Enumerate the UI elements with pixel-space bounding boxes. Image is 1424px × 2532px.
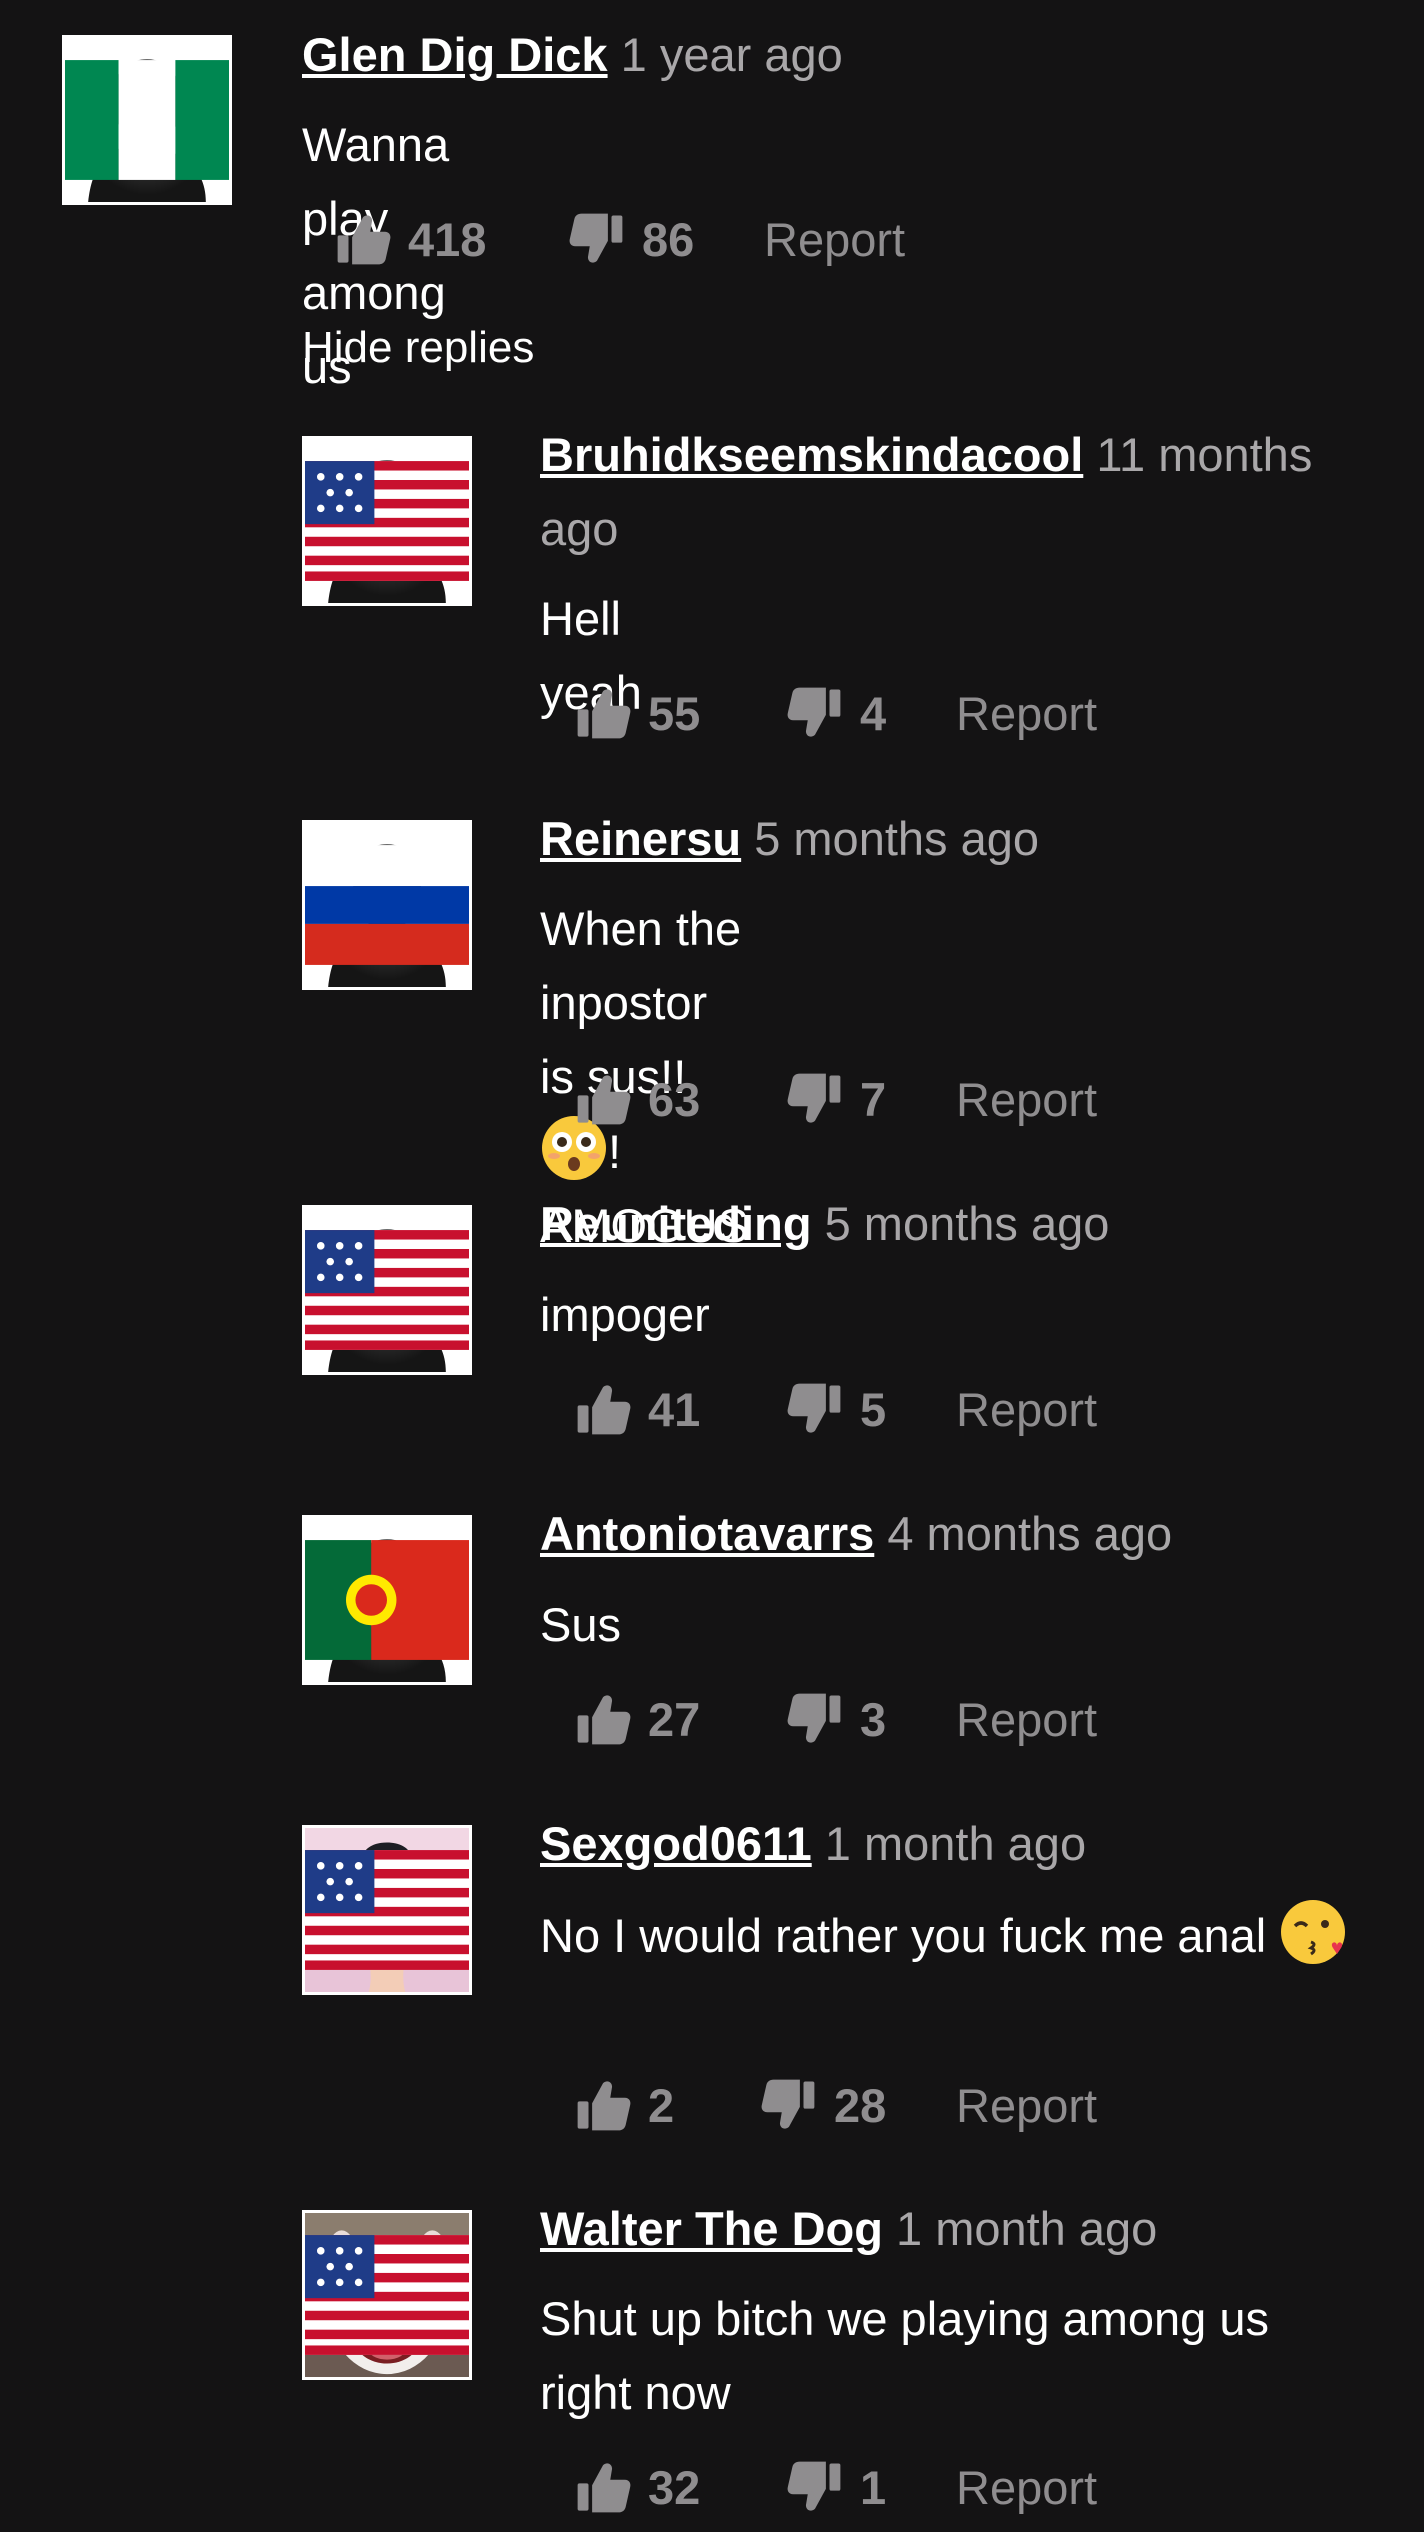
thumbs-down-icon bbox=[760, 2076, 818, 2134]
timestamp: 4 months ago bbox=[887, 1507, 1173, 1560]
thumbs-down-icon bbox=[786, 1380, 844, 1438]
username-link[interactable]: Sexgod0611 bbox=[540, 1817, 812, 1870]
timestamp: 1 month ago bbox=[896, 2202, 1158, 2255]
portugal-flag-icon bbox=[305, 1518, 469, 1682]
comment-actions: 418 86 Report bbox=[334, 204, 905, 274]
comment-text: Sus bbox=[540, 1598, 621, 1651]
username-link[interactable]: Antoniotavarrs bbox=[540, 1507, 874, 1560]
comment-text: impoger bbox=[540, 1288, 710, 1341]
usa-flag-icon bbox=[305, 2213, 469, 2377]
hide-replies-link[interactable]: Hide replies bbox=[302, 315, 534, 381]
comment-header: Antoniotavarrs 4 months ago bbox=[540, 1497, 1172, 1571]
comment-header: Glen Dig Dick 1 year ago bbox=[302, 18, 843, 92]
dislike-count: 4 bbox=[860, 686, 887, 740]
comment-header: Reinersu 5 months ago bbox=[540, 802, 1039, 876]
username-link[interactable]: Glen Dig Dick bbox=[302, 28, 608, 81]
comment-header: Bruhidkseemskindacool 11 months ago bbox=[540, 418, 1340, 566]
like-count: 32 bbox=[648, 2460, 701, 2514]
comment-text: No I would rather you fuck me anal bbox=[540, 1898, 1360, 1973]
avatar[interactable] bbox=[302, 1515, 472, 1685]
timestamp: 1 year ago bbox=[620, 28, 843, 81]
comment-header: Reuniteding 5 months ago bbox=[540, 1187, 1109, 1261]
comment-actions: 63 7 Report bbox=[574, 1064, 1097, 1134]
report-link[interactable]: Report bbox=[764, 212, 905, 267]
like-count: 27 bbox=[648, 1692, 701, 1746]
like-count: 418 bbox=[408, 212, 487, 266]
dislike-button[interactable]: 5 bbox=[786, 1380, 956, 1438]
thumbs-up-icon bbox=[574, 2458, 632, 2516]
comment-text-body: No I would rather you fuck me anal bbox=[540, 1909, 1267, 1962]
like-button[interactable]: 418 bbox=[334, 210, 568, 268]
usa-flag-icon bbox=[305, 1828, 469, 1992]
dislike-count: 7 bbox=[860, 1072, 887, 1126]
like-button[interactable]: 2 bbox=[574, 2076, 760, 2134]
dislike-count: 1 bbox=[860, 2460, 887, 2514]
like-count: 41 bbox=[648, 1382, 701, 1436]
like-count: 2 bbox=[648, 2078, 675, 2132]
avatar[interactable] bbox=[302, 820, 472, 990]
kissing-face-emoji bbox=[1281, 1900, 1346, 1964]
thumbs-down-icon bbox=[786, 684, 844, 742]
username-link[interactable]: Walter The Dog bbox=[540, 2202, 883, 2255]
dog-photo-avatar[interactable] bbox=[302, 2210, 472, 2380]
like-button[interactable]: 63 bbox=[574, 1070, 786, 1128]
like-button[interactable]: 55 bbox=[574, 684, 786, 742]
russia-flag-icon bbox=[305, 823, 469, 987]
thumbs-up-icon bbox=[574, 684, 632, 742]
timestamp: 1 month ago bbox=[824, 1817, 1087, 1870]
dislike-count: 28 bbox=[834, 2078, 887, 2132]
usa-flag-icon bbox=[305, 439, 469, 603]
username-link[interactable]: Reinersu bbox=[540, 812, 741, 865]
comment-header: Sexgod0611 1 month ago bbox=[540, 1807, 1086, 1881]
thumbs-up-icon bbox=[574, 1070, 632, 1128]
comment-actions: 27 3 Report bbox=[574, 1684, 1097, 1754]
thumbs-up-icon bbox=[574, 2076, 632, 2134]
dislike-button[interactable]: 1 bbox=[786, 2458, 956, 2516]
avatar[interactable] bbox=[302, 1205, 472, 1375]
dislike-button[interactable]: 28 bbox=[760, 2076, 956, 2134]
dislike-count: 3 bbox=[860, 1692, 887, 1746]
timestamp: 5 months ago bbox=[754, 812, 1040, 865]
comment-text: Shut up bitch we playing among us right … bbox=[540, 2292, 1269, 2419]
dislike-count: 86 bbox=[642, 212, 695, 266]
like-button[interactable]: 41 bbox=[574, 1380, 786, 1438]
thumbs-down-icon bbox=[786, 2458, 844, 2516]
dislike-button[interactable]: 4 bbox=[786, 684, 956, 742]
thumbs-up-icon bbox=[334, 210, 392, 268]
thumbs-down-icon bbox=[786, 1690, 844, 1748]
dislike-button[interactable]: 3 bbox=[786, 1690, 956, 1748]
report-link[interactable]: Report bbox=[956, 1692, 1097, 1747]
avatar[interactable] bbox=[302, 436, 472, 606]
thumbs-down-icon bbox=[568, 210, 626, 268]
timestamp: 5 months ago bbox=[824, 1197, 1110, 1250]
dislike-button[interactable]: 7 bbox=[786, 1070, 956, 1128]
username-link[interactable]: Bruhidkseemskindacool bbox=[540, 428, 1083, 481]
comment-header: Walter The Dog 1 month ago bbox=[540, 2192, 1157, 2266]
thumbs-up-icon bbox=[574, 1690, 632, 1748]
nigeria-flag-icon bbox=[65, 38, 229, 202]
dislike-count: 5 bbox=[860, 1382, 887, 1436]
like-button[interactable]: 27 bbox=[574, 1690, 786, 1748]
comment-actions: 41 5 Report bbox=[574, 1374, 1097, 1444]
comment-actions: 2 28 Report bbox=[574, 2070, 1097, 2140]
avatar[interactable] bbox=[62, 35, 232, 205]
like-count: 63 bbox=[648, 1072, 701, 1126]
comment-actions: 55 4 Report bbox=[574, 678, 1097, 748]
comment-actions: 32 1 Report bbox=[574, 2452, 1097, 2522]
thumbs-up-icon bbox=[574, 1380, 632, 1438]
report-link[interactable]: Report bbox=[956, 2460, 1097, 2515]
report-link[interactable]: Report bbox=[956, 686, 1097, 741]
report-link[interactable]: Report bbox=[956, 2078, 1097, 2133]
like-count: 55 bbox=[648, 686, 701, 740]
report-link[interactable]: Report bbox=[956, 1382, 1097, 1437]
thumbs-down-icon bbox=[786, 1070, 844, 1128]
anime-character-avatar[interactable] bbox=[302, 1825, 472, 1995]
usa-flag-icon bbox=[305, 1208, 469, 1372]
report-link[interactable]: Report bbox=[956, 1072, 1097, 1127]
like-button[interactable]: 32 bbox=[574, 2458, 786, 2516]
username-link[interactable]: Reuniteding bbox=[540, 1197, 812, 1250]
dislike-button[interactable]: 86 bbox=[568, 210, 764, 268]
